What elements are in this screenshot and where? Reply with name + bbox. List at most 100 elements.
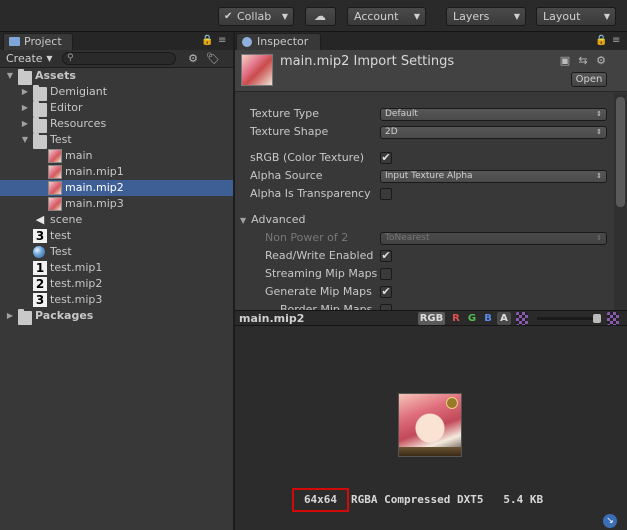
tree-item-label: Test	[50, 133, 72, 146]
texture-format: RGBA Compressed DXT5	[351, 493, 484, 506]
tree-item[interactable]: ◀ scene	[0, 212, 233, 228]
mip-checker-icon[interactable]	[607, 312, 619, 325]
expand-down-icon[interactable]: ▼	[5, 68, 15, 84]
tree-item[interactable]: main.mip1	[0, 164, 233, 180]
tree-item-label: test	[50, 229, 72, 242]
settings-gear-icon[interactable]: ⚙	[595, 55, 607, 67]
tree-item[interactable]: ▼ Test	[0, 132, 233, 149]
tree-item[interactable]: ▶ Editor	[0, 100, 233, 117]
npot-label: Non Power of 2	[265, 231, 349, 244]
tree-item[interactable]: Test	[0, 244, 233, 260]
search-icon: ⚲	[67, 53, 74, 63]
tree-item-label: Packages	[35, 309, 94, 322]
chevron-down-icon: ▼	[240, 216, 247, 225]
folder-icon	[18, 309, 32, 325]
readwrite-checkbox[interactable]: ✔	[380, 250, 392, 262]
create-button[interactable]: Create ▼	[6, 51, 53, 67]
alpha-source-label: Alpha Source	[250, 169, 323, 182]
tree-item[interactable]: 3 test	[0, 228, 233, 244]
project-toolbar: Create ▼ ⚲ ⚙ 🏷	[0, 50, 233, 68]
texture-type-dropdown[interactable]: Default ⇕	[380, 108, 607, 121]
srgb-row: sRGB (Color Texture) ✔	[235, 149, 613, 167]
checkmark-icon: ✔	[224, 11, 233, 22]
panel-menu-icon[interactable]: ≡	[218, 35, 226, 46]
collab-button[interactable]: ✔ Collab ▼	[218, 7, 294, 26]
lock-icon[interactable]: 🔒	[201, 35, 213, 46]
alpha-transparency-checkbox[interactable]	[380, 188, 392, 200]
tree-item[interactable]: ▶ Demigiant	[0, 84, 233, 101]
lock-icon[interactable]: 🔒	[595, 35, 607, 46]
tree-item[interactable]: 3 test.mip3	[0, 292, 233, 308]
tree-item[interactable]: ▼ Assets	[0, 68, 233, 85]
streaming-mips-checkbox[interactable]	[380, 268, 392, 280]
npot-dropdown[interactable]: ToNearest ⇕	[380, 232, 607, 245]
advanced-foldout[interactable]: ▼ Advanced	[235, 211, 613, 229]
asset-bundle-icon[interactable]: ↘	[603, 514, 617, 528]
chevron-updown-icon: ⇕	[596, 172, 602, 180]
layers-button[interactable]: Layers ▼	[446, 7, 526, 26]
tree-item-label: main.mip3	[65, 197, 124, 210]
inspector-tabbar: Inspector 🔒 ≡	[235, 32, 627, 50]
alpha-source-dropdown[interactable]: Input Texture Alpha ⇕	[380, 170, 607, 183]
srgb-checkbox[interactable]: ✔	[380, 152, 392, 164]
tree-item[interactable]: 1 test.mip1	[0, 260, 233, 276]
channel-r-button[interactable]: R	[449, 312, 463, 325]
tree-item[interactable]: main	[0, 148, 233, 164]
tree-item[interactable]: main.mip3	[0, 196, 233, 212]
alpha-transparency-row: Alpha Is Transparency	[235, 185, 613, 203]
generate-mips-checkbox[interactable]: ✔	[380, 286, 392, 298]
image-banner	[399, 447, 461, 456]
chevron-down-icon: ▼	[413, 12, 420, 21]
mip-slider-track[interactable]	[537, 317, 599, 320]
channel-g-button[interactable]: G	[465, 312, 479, 325]
expand-right-icon[interactable]: ▶	[20, 84, 30, 100]
tree-item[interactable]: ▶ Resources	[0, 116, 233, 133]
channel-b-button[interactable]: B	[481, 312, 495, 325]
texture-shape-value: 2D	[385, 127, 398, 137]
expand-right-icon[interactable]: ▶	[5, 308, 15, 324]
account-button[interactable]: Account ▼	[347, 7, 426, 26]
streaming-mips-row: Streaming Mip Maps	[235, 265, 613, 283]
checker-toggle-icon[interactable]	[516, 312, 528, 325]
tree-item-label: Resources	[50, 117, 107, 130]
preview-title: main.mip2	[239, 312, 305, 325]
open-button[interactable]: Open	[571, 72, 607, 87]
texture-icon	[48, 181, 62, 195]
help-book-icon[interactable]: ▣	[559, 55, 571, 67]
folder-icon	[33, 117, 47, 133]
search-input[interactable]	[79, 53, 169, 64]
inspector-title: main.mip2 Import Settings	[280, 54, 455, 69]
texture-size: 5.4 KB	[503, 493, 544, 506]
settings-scrollbar[interactable]	[614, 93, 627, 310]
tree-item-label: test.mip3	[50, 293, 103, 306]
cloud-button[interactable]: ☁	[305, 7, 336, 26]
tree-item[interactable]: main.mip2	[0, 180, 233, 196]
texture-type-label: Texture Type	[250, 107, 320, 120]
expand-down-icon[interactable]: ▼	[20, 132, 30, 148]
main-toolbar: ✔ Collab ▼ ☁ Account ▼ Layers ▼ Layout ▼	[0, 0, 627, 32]
search-field[interactable]: ⚲	[62, 52, 176, 65]
tab-project[interactable]: Project	[3, 33, 73, 50]
texture-shape-dropdown[interactable]: 2D ⇕	[380, 126, 607, 139]
channel-a-button[interactable]: A	[497, 312, 511, 325]
expand-right-icon[interactable]: ▶	[20, 100, 30, 116]
panel-menu-icon[interactable]: ≡	[612, 35, 620, 46]
badge-icon	[446, 397, 458, 409]
tab-inspector[interactable]: Inspector	[236, 33, 321, 50]
npot-row: Non Power of 2 ToNearest ⇕	[235, 229, 613, 247]
expand-right-icon[interactable]: ▶	[20, 116, 30, 132]
chevron-down-icon: ▼	[46, 54, 53, 63]
folder-icon	[9, 37, 20, 46]
layout-button[interactable]: Layout ▼	[536, 7, 616, 26]
filter-by-type-icon[interactable]: ⚙	[186, 52, 200, 66]
scrollbar-thumb[interactable]	[616, 97, 625, 207]
project-tab-label: Project	[24, 35, 62, 48]
channel-rgb-button[interactable]: RGB	[418, 312, 445, 325]
generate-mips-label: Generate Mip Maps	[265, 285, 372, 298]
texture-dimensions: 64x64	[292, 488, 349, 512]
preset-icon[interactable]: ⇆	[577, 55, 589, 67]
filter-by-label-icon[interactable]: 🏷	[206, 52, 220, 66]
tree-item[interactable]: ▶ Packages	[0, 308, 233, 325]
mip-slider-knob[interactable]	[593, 314, 601, 323]
tree-item[interactable]: 2 test.mip2	[0, 276, 233, 292]
